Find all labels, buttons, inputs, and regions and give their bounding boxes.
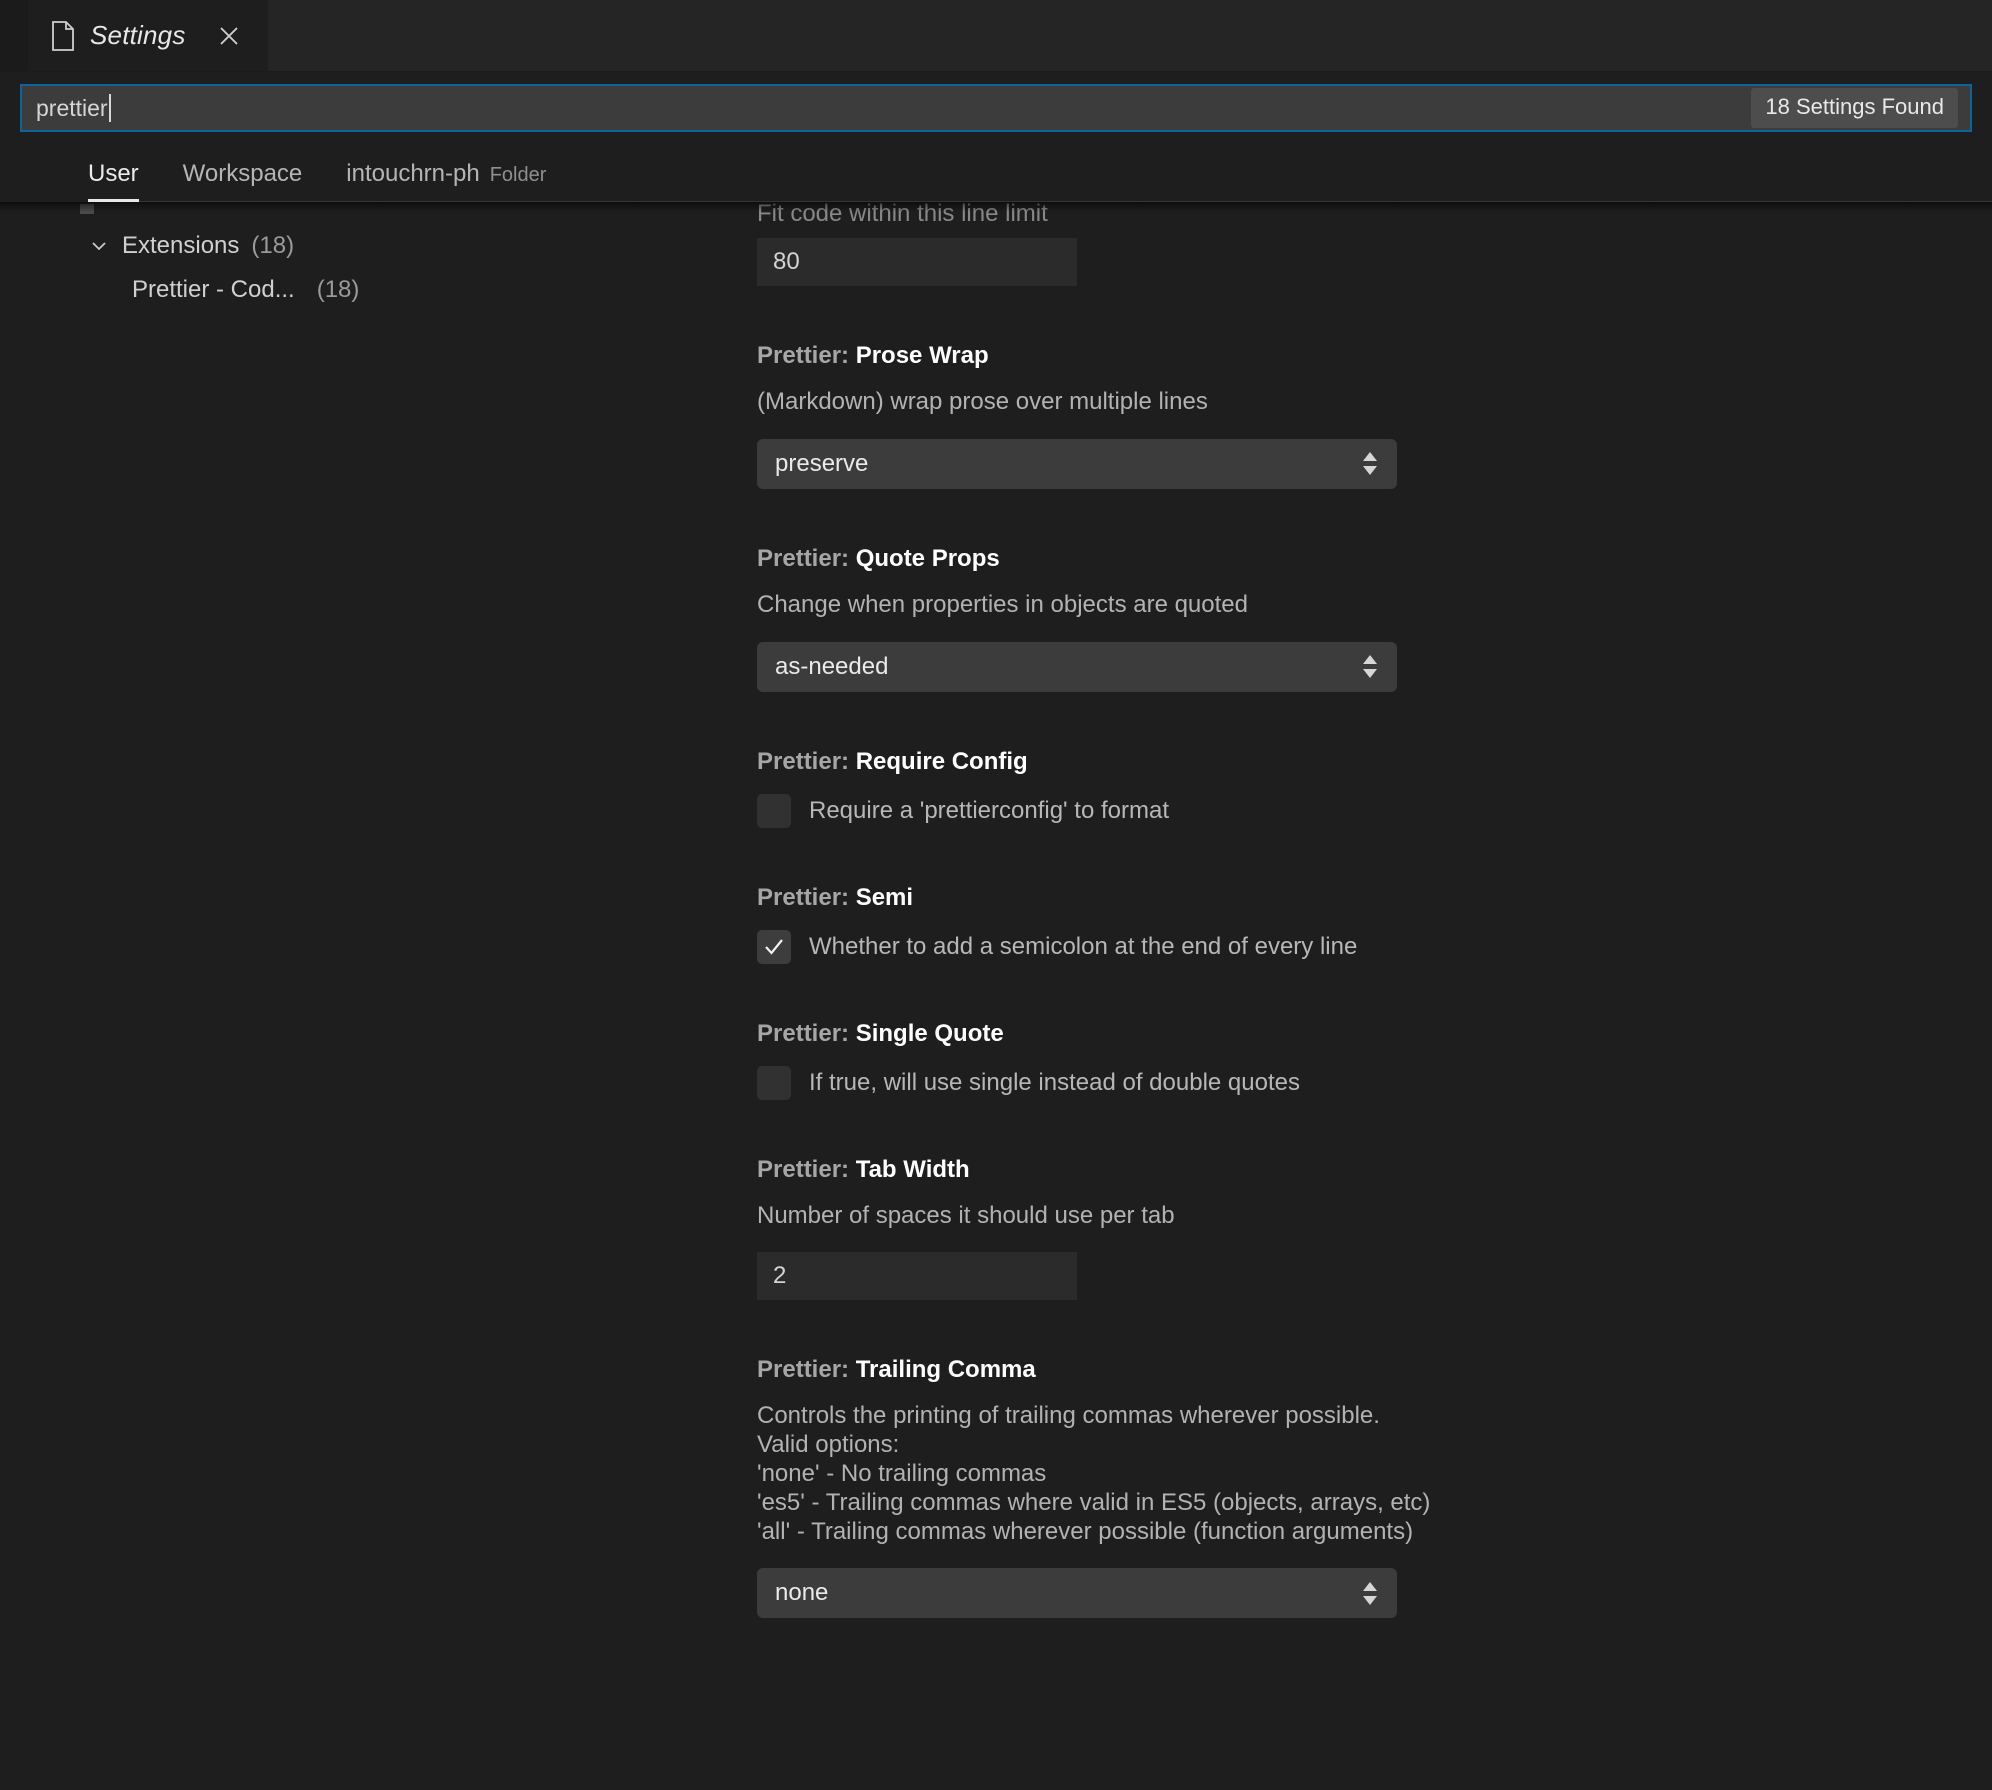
tab-folder-label: intouchrn-ph (346, 160, 480, 187)
editor-tab-label: Settings (90, 20, 186, 50)
description-line: 'none' - No trailing commas (757, 1459, 1047, 1487)
setting-prose-wrap-name: Prose Wrap (855, 342, 989, 369)
setting-prose-wrap-select[interactable]: preserve (757, 438, 1397, 489)
setting-single-quote-name: Single Quote (855, 1019, 1004, 1047)
chevron-down-icon[interactable] (88, 235, 110, 257)
setting-semi-title: Prettier: Semi (757, 884, 1992, 912)
setting-print-width: Fit code within this line limit 80 (757, 202, 1992, 286)
setting-trailing-comma-prefix: Prettier: (757, 1356, 856, 1384)
setting-single-quote: Prettier: Single Quote If true, will use… (757, 1020, 1992, 1100)
chevron-updown-icon (1361, 451, 1379, 476)
setting-prose-wrap-title: Prettier: Prose Wrap (757, 342, 1992, 370)
setting-single-quote-title: Prettier: Single Quote (757, 1020, 1992, 1048)
setting-trailing-comma-value: none (775, 1579, 829, 1607)
toc-item-extensions-count: (18) (251, 232, 295, 259)
setting-quote-props-name: Quote Props (855, 544, 1000, 572)
description-line: Valid options: (757, 1431, 900, 1459)
file-icon (50, 20, 76, 51)
checkbox-checked-icon[interactable] (757, 929, 791, 964)
setting-semi: Prettier: Semi Whether to add a semicolo… (757, 884, 1992, 964)
description-line: 'es5' - Trailing commas where valid in E… (757, 1488, 1431, 1516)
search-input[interactable]: prettier 18 Settings Found (20, 84, 1972, 132)
setting-tab-width-prefix: Prettier: (757, 1155, 856, 1183)
tab-folder-sublabel: Folder (489, 164, 547, 186)
setting-trailing-comma-title: Prettier: Trailing Comma (757, 1356, 1992, 1384)
settings-search-row: prettier 18 Settings Found (0, 72, 1992, 144)
setting-trailing-comma-select[interactable]: none (757, 1568, 1397, 1619)
description-line: Controls the printing of trailing commas… (757, 1402, 1380, 1430)
setting-tab-width-value: 2 (773, 1262, 787, 1290)
setting-quote-props: Prettier: Quote Props Change when proper… (757, 545, 1992, 692)
setting-quote-props-value: as-needed (775, 652, 889, 680)
settings-found-badge: 18 Settings Found (1751, 88, 1958, 128)
setting-require-config-title: Prettier: Require Config (757, 748, 1992, 776)
tab-user[interactable]: User (88, 160, 139, 202)
setting-prose-wrap: Prettier: Prose Wrap (Markdown) wrap pro… (757, 342, 1992, 489)
setting-trailing-comma: Prettier: Trailing Comma Controls the pr… (757, 1356, 1992, 1619)
setting-prose-wrap-description: (Markdown) wrap prose over multiple line… (757, 388, 1208, 415)
setting-single-quote-label: If true, will use single instead of doub… (809, 1068, 1300, 1096)
setting-require-config-prefix: Prettier: (757, 747, 856, 775)
settings-list[interactable]: Fit code within this line limit 80 Prett… (380, 202, 1992, 1790)
settings-toc: Extensions (18) Prettier - Cod... (18) (0, 202, 380, 1790)
settings-body: Extensions (18) Prettier - Cod... (18) F… (0, 202, 1992, 1790)
toc-item-prettier-count: (18) (316, 276, 360, 303)
close-icon[interactable] (214, 21, 244, 51)
setting-tab-width-name: Tab Width (855, 1155, 970, 1183)
editor-tab-bar: Settings (0, 0, 1992, 72)
setting-prose-wrap-value: preserve (775, 449, 869, 477)
setting-quote-props-prefix: Prettier: (757, 544, 856, 572)
tab-user-label: User (88, 160, 139, 187)
setting-trailing-comma-name: Trailing Comma (855, 1356, 1036, 1384)
setting-single-quote-row[interactable]: If true, will use single instead of doub… (757, 1065, 1992, 1100)
setting-tab-width: Prettier: Tab Width Number of spaces it … (757, 1156, 1992, 1301)
setting-require-config-row[interactable]: Require a 'prettierconfig' to format (757, 793, 1992, 828)
setting-semi-label: Whether to add a semicolon at the end of… (809, 932, 1358, 960)
setting-prose-wrap-prefix: Prettier: (757, 342, 856, 369)
checkbox-unchecked-icon[interactable] (757, 1065, 791, 1100)
setting-tab-width-title: Prettier: Tab Width (757, 1156, 1992, 1184)
toc-item-prettier[interactable]: Prettier - Cod... (18) (88, 268, 380, 312)
tab-workspace[interactable]: Workspace (183, 160, 303, 202)
setting-require-config: Prettier: Require Config Require a 'pret… (757, 748, 1992, 828)
text-caret (108, 94, 111, 122)
setting-single-quote-prefix: Prettier: (757, 1019, 856, 1047)
setting-semi-prefix: Prettier: (757, 883, 856, 911)
toc-item-prettier-label: Prettier - Cod... (132, 276, 295, 303)
setting-print-width-value: 80 (773, 248, 800, 275)
toc-item-extensions[interactable]: Extensions (18) (88, 224, 380, 268)
chevron-updown-icon (1361, 1581, 1379, 1606)
setting-print-width-input[interactable]: 80 (757, 238, 1077, 286)
setting-quote-props-select[interactable]: as-needed (757, 641, 1397, 692)
toc-item-extensions-label: Extensions (122, 232, 240, 259)
setting-require-config-label: Require a 'prettierconfig' to format (809, 796, 1169, 824)
settings-scope-tabs: User Workspace intouchrn-ph Folder (0, 144, 1992, 202)
setting-require-config-name: Require Config (855, 747, 1028, 775)
tab-folder[interactable]: intouchrn-ph Folder (346, 160, 546, 202)
setting-trailing-comma-description: Controls the printing of trailing commas… (757, 1402, 1992, 1546)
description-line: 'all' - Trailing commas wherever possibl… (757, 1517, 1414, 1545)
setting-tab-width-description: Number of spaces it should use per tab (757, 1201, 1175, 1229)
search-input-value: prettier (36, 94, 108, 121)
setting-tab-width-input[interactable]: 2 (757, 1252, 1077, 1301)
chevron-updown-icon (1361, 654, 1379, 679)
checkbox-unchecked-icon[interactable] (757, 793, 791, 828)
setting-semi-name: Semi (855, 883, 914, 911)
editor-tab-settings[interactable]: Settings (28, 0, 268, 71)
tab-workspace-label: Workspace (182, 160, 303, 187)
toc-scrollbar[interactable] (80, 204, 94, 214)
setting-semi-row[interactable]: Whether to add a semicolon at the end of… (757, 929, 1992, 964)
setting-quote-props-title: Prettier: Quote Props (757, 545, 1992, 573)
setting-quote-props-description: Change when properties in objects are qu… (757, 590, 1248, 618)
setting-print-width-description: Fit code within this line limit (757, 202, 1048, 222)
